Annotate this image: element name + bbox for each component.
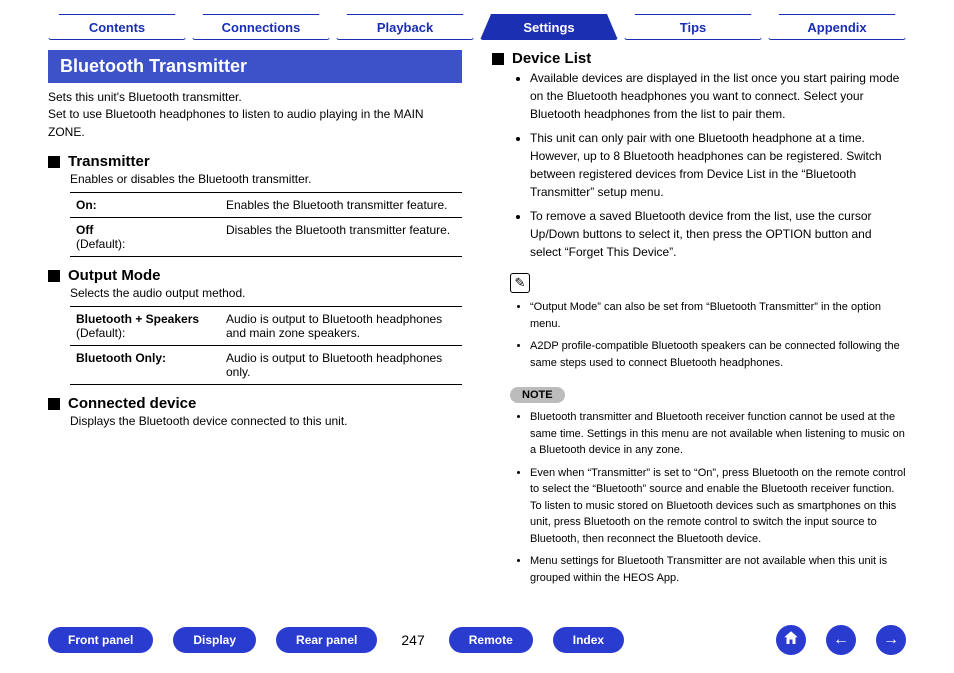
option-key: Off [76,223,93,237]
remote-button[interactable]: Remote [449,627,533,653]
note-label: NOTE [510,387,565,403]
option-value: Audio is output to Bluetooth headphones … [220,307,462,346]
square-bullet-icon [492,53,504,65]
section-sub-transmitter: Enables or disables the Bluetooth transm… [70,172,462,186]
section-sub-output-mode: Selects the audio output method. [70,286,462,300]
tab-contents[interactable]: Contents [48,14,186,40]
option-value: Disables the Bluetooth transmitter featu… [220,218,462,257]
tab-connections[interactable]: Connections [192,14,330,40]
arrow-left-icon: ← [833,631,849,649]
square-bullet-icon [48,156,60,168]
right-column: Device List Available devices are displa… [492,50,906,592]
list-item: To remove a saved Bluetooth device from … [530,207,906,261]
option-value: Audio is output to Bluetooth headphones … [220,346,462,385]
option-key: On: [76,198,97,212]
transmitter-options-table: On: Enables the Bluetooth transmitter fe… [70,192,462,257]
top-tab-bar: Contents Connections Playback Settings T… [0,0,954,40]
section-heading-label: Transmitter [68,153,150,170]
section-heading-connected: Connected device [48,395,462,412]
bottom-bar: Front panel Display Rear panel 247 Remot… [0,625,954,655]
list-item: This unit can only pair with one Bluetoo… [530,129,906,201]
square-bullet-icon [48,270,60,282]
next-page-button[interactable]: → [876,625,906,655]
list-item: A2DP profile-compatible Bluetooth speake… [530,338,906,371]
section-heading-output-mode: Output Mode [48,267,462,284]
home-button[interactable] [776,625,806,655]
prev-page-button[interactable]: ← [826,625,856,655]
output-mode-options-table: Bluetooth + Speakers(Default): Audio is … [70,306,462,385]
display-button[interactable]: Display [173,627,256,653]
option-key: Bluetooth Only: [76,351,166,365]
index-button[interactable]: Index [553,627,624,653]
section-sub-connected: Displays the Bluetooth device connected … [70,414,462,428]
list-item: “Output Mode” can also be set from “Blue… [530,299,906,332]
square-bullet-icon [48,398,60,410]
table-row: Bluetooth Only: Audio is output to Bluet… [70,346,462,385]
front-panel-button[interactable]: Front panel [48,627,153,653]
option-default: (Default): [76,237,214,251]
intro-text: Sets this unit's Bluetooth transmitter. … [48,89,462,141]
tab-settings[interactable]: Settings [480,14,618,40]
device-list-bullets: Available devices are displayed in the l… [492,69,906,261]
section-heading-label: Output Mode [68,267,160,284]
tab-appendix[interactable]: Appendix [768,14,906,40]
section-heading-label: Connected device [68,395,196,412]
table-row: Bluetooth + Speakers(Default): Audio is … [70,307,462,346]
section-heading-device-list: Device List [492,50,906,67]
list-item: Bluetooth transmitter and Bluetooth rece… [530,409,906,459]
list-item: Even when “Transmitter” is set to “On”, … [530,465,906,548]
option-key: Bluetooth + Speakers [76,312,199,326]
section-heading-label: Device List [512,50,591,67]
pencil-icon: ✎ [510,273,530,293]
arrow-right-icon: → [883,631,899,649]
page-title: Bluetooth Transmitter [48,50,462,83]
option-value: Enables the Bluetooth transmitter featur… [220,193,462,218]
left-column: Bluetooth Transmitter Sets this unit's B… [48,50,462,592]
table-row: On: Enables the Bluetooth transmitter fe… [70,193,462,218]
page-number: 247 [401,632,424,648]
tab-playback[interactable]: Playback [336,14,474,40]
list-item: Menu settings for Bluetooth Transmitter … [530,553,906,586]
table-row: Off(Default): Disables the Bluetooth tra… [70,218,462,257]
rear-panel-button[interactable]: Rear panel [276,627,377,653]
list-item: Available devices are displayed in the l… [530,69,906,123]
tab-tips[interactable]: Tips [624,14,762,40]
home-icon [782,629,800,652]
option-default: (Default): [76,326,214,340]
section-heading-transmitter: Transmitter [48,153,462,170]
note-bullets: Bluetooth transmitter and Bluetooth rece… [492,409,906,586]
tips-bullets: “Output Mode” can also be set from “Blue… [492,299,906,371]
